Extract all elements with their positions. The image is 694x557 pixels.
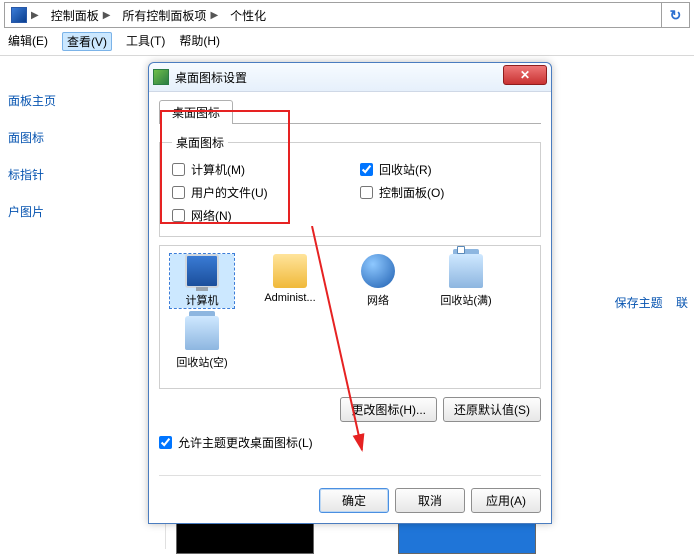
menu-view[interactable]: 查看(V) [62,32,112,51]
folder-icon [273,254,307,288]
menu-bar: 编辑(E) 查看(V) 工具(T) 帮助(H) [0,28,694,56]
icon-item-recycle-full[interactable]: 回收站(满) [434,254,498,308]
dialog-button-row: 确定 取消 应用(A) [159,475,541,513]
chk-recycle[interactable]: 回收站(R) [360,161,528,178]
breadcrumb-seg[interactable]: 控制面板 [51,7,99,24]
allow-theme-row: 允许主题更改桌面图标(L) [159,434,541,451]
icon-item-recycle-empty[interactable]: 回收站(空) [170,316,234,370]
change-icon-button[interactable]: 更改图标(H)... [340,397,437,422]
chk-control[interactable]: 控制面板(O) [360,184,528,201]
breadcrumb-seg[interactable]: 所有控制面板项 [122,7,206,24]
dialog-body: 桌面图标 桌面图标 计算机(M) 回收站(R) 用户的文件(U) 控制面板(O)… [149,91,551,523]
recycle-empty-icon [185,316,219,350]
apply-button[interactable]: 应用(A) [471,488,541,513]
icon-item-network[interactable]: 网络 [346,254,410,308]
close-icon[interactable]: ✕ [503,65,547,85]
chk-userfiles[interactable]: 用户的文件(U) [172,184,340,201]
breadcrumb-seg[interactable]: 个性化 [230,7,266,24]
chevron-right-icon: ▶ [210,10,218,21]
chk-computer[interactable]: 计算机(M) [172,161,340,178]
menu-tools[interactable]: 工具(T) [126,32,165,51]
chevron-right-icon: ▶ [31,10,39,21]
menu-help[interactable]: 帮助(H) [179,32,220,51]
cancel-button[interactable]: 取消 [395,488,465,513]
sidebar-link-pointer[interactable]: 标指针 [0,156,140,193]
desktop-icons-group: 桌面图标 计算机(M) 回收站(R) 用户的文件(U) 控制面板(O) 网络(N… [159,134,541,237]
refresh-icon[interactable]: ↻ [661,3,689,27]
dialog-icon [153,69,169,85]
control-panel-icon [11,7,27,23]
icon-item-user[interactable]: Administ... [258,254,322,308]
allow-theme-label: 允许主题更改桌面图标(L) [178,434,313,451]
menu-edit[interactable]: 编辑(E) [8,32,48,51]
sidebar-link-home[interactable]: 面板主页 [0,82,140,119]
sidebar-link-userpic[interactable]: 户图片 [0,193,140,230]
address-bar[interactable]: ▶ 控制面板 ▶ 所有控制面板项 ▶ 个性化 ↻ [4,2,690,28]
chk-network[interactable]: 网络(N) [172,207,340,224]
computer-icon [185,254,219,288]
chevron-right-icon: ▶ [103,10,111,21]
icon-button-row: 更改图标(H)... 还原默认值(S) [159,397,541,422]
group-legend: 桌面图标 [172,134,228,151]
icon-item-computer[interactable]: 计算机 [170,254,234,308]
dialog-titlebar[interactable]: 桌面图标设置 ✕ [149,63,551,91]
dialog-title: 桌面图标设置 [175,69,247,86]
desktop-icon-settings-dialog: 桌面图标设置 ✕ 桌面图标 桌面图标 计算机(M) 回收站(R) 用户的文件(U… [148,62,552,524]
sidebar-link-deskicon[interactable]: 面图标 [0,119,140,156]
sidebar: 面板主页 面图标 标指针 户图片 [0,58,140,230]
chk-allow-theme[interactable] [159,436,172,449]
restore-default-button[interactable]: 还原默认值(S) [443,397,541,422]
icon-preview-box: 计算机 Administ... 网络 回收站(满) 回收站(空) [159,245,541,389]
tab-strip: 桌面图标 [159,100,541,124]
tab-desktop-icons[interactable]: 桌面图标 [159,100,233,124]
ok-button[interactable]: 确定 [319,488,389,513]
recycle-full-icon [449,254,483,288]
globe-icon [361,254,395,288]
